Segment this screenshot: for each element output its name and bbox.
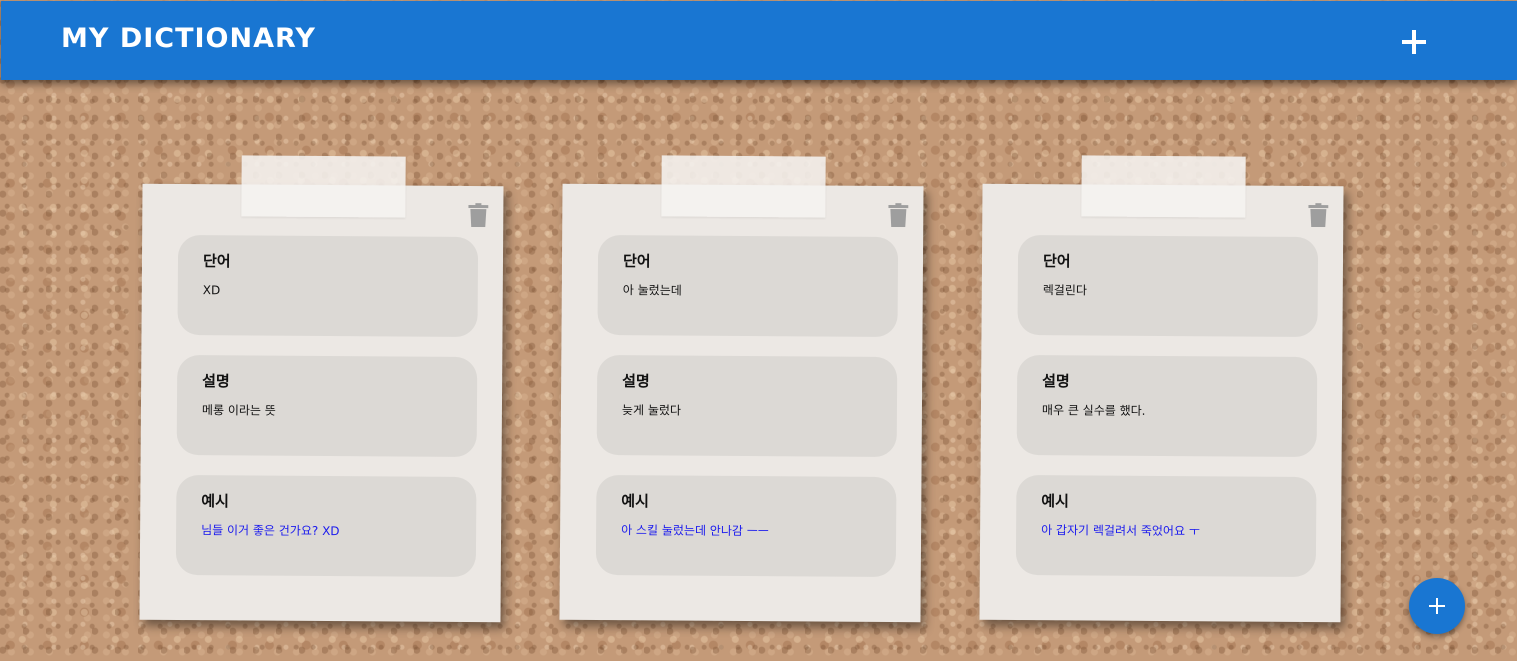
description-field: 설명 메롱 이라는 뜻 bbox=[176, 354, 478, 458]
description-label: 설명 bbox=[1042, 372, 1070, 391]
example-label: 예시 bbox=[621, 492, 649, 511]
word-value: XD bbox=[202, 283, 221, 298]
description-value: 매우 큰 실수를 했다. bbox=[1041, 403, 1146, 418]
example-label: 예시 bbox=[201, 492, 229, 511]
plus-icon bbox=[1429, 598, 1445, 614]
description-label: 설명 bbox=[622, 372, 650, 391]
word-label: 단어 bbox=[622, 252, 651, 271]
example-label: 예시 bbox=[1041, 492, 1069, 511]
tape bbox=[1081, 155, 1246, 218]
word-card: 단어 아 눌렀는데 설명 늦게 눌렀다 예시 아 스킬 눌렀는데 안나감 ㅡㅡ bbox=[559, 155, 924, 623]
description-field: 설명 늦게 눌렀다 bbox=[596, 354, 898, 458]
trash-icon bbox=[888, 203, 909, 228]
example-field: 예시 아 스킬 눌렀는데 안나감 ㅡㅡ bbox=[595, 474, 897, 578]
delete-button[interactable] bbox=[468, 203, 492, 229]
word-card: 단어 XD 설명 메롱 이라는 뜻 예시 님들 이거 좋은 건가요? XD bbox=[139, 155, 504, 623]
word-value: 렉걸린다 bbox=[1042, 283, 1088, 298]
word-field: 단어 XD bbox=[177, 234, 479, 338]
header-add-button[interactable] bbox=[1393, 21, 1435, 63]
description-value: 메롱 이라는 뜻 bbox=[201, 403, 276, 418]
example-value: 님들 이거 좋은 건가요? XD bbox=[201, 523, 340, 539]
delete-button[interactable] bbox=[1308, 203, 1332, 229]
app-title: MY DICTIONARY bbox=[61, 23, 316, 54]
description-label: 설명 bbox=[202, 372, 230, 391]
word-field: 단어 렉걸린다 bbox=[1017, 234, 1319, 338]
word-value: 아 눌렀는데 bbox=[622, 283, 682, 298]
trash-icon bbox=[1308, 203, 1329, 228]
description-value: 늦게 눌렀다 bbox=[621, 403, 682, 418]
word-field: 단어 아 눌렀는데 bbox=[597, 234, 899, 338]
trash-icon bbox=[468, 203, 489, 228]
example-value: 아 갑자기 렉걸려서 죽었어요 ㅜ bbox=[1041, 523, 1200, 539]
word-card: 단어 렉걸린다 설명 매우 큰 실수를 했다. 예시 아 갑자기 렉걸려서 죽었… bbox=[979, 155, 1344, 623]
plus-icon bbox=[1402, 30, 1426, 54]
delete-button[interactable] bbox=[888, 203, 912, 229]
tape bbox=[661, 155, 826, 218]
word-label: 단어 bbox=[1042, 252, 1071, 271]
word-label: 단어 bbox=[202, 252, 231, 271]
example-field: 예시 아 갑자기 렉걸려서 죽었어요 ㅜ bbox=[1015, 474, 1317, 578]
app-bar: MY DICTIONARY bbox=[1, 1, 1517, 80]
example-field: 예시 님들 이거 좋은 건가요? XD bbox=[175, 474, 477, 578]
tape bbox=[241, 155, 406, 218]
description-field: 설명 매우 큰 실수를 했다. bbox=[1016, 354, 1318, 458]
example-value: 아 스킬 눌렀는데 안나감 ㅡㅡ bbox=[621, 523, 769, 539]
add-word-fab[interactable] bbox=[1409, 578, 1465, 634]
